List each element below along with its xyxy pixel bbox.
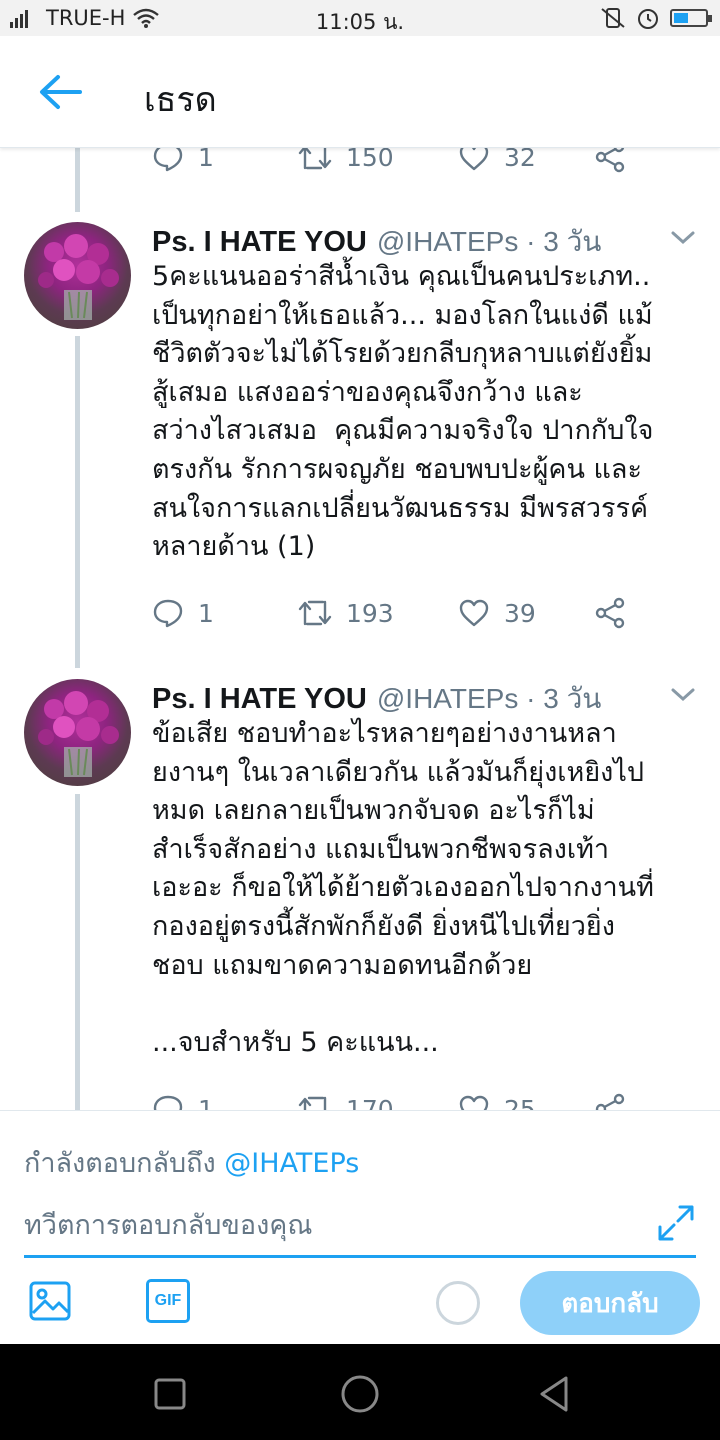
like-count: 32 [504,148,536,172]
caret-down-icon[interactable] [668,228,698,248]
alarm-icon [638,9,658,29]
retweet-count: 150 [346,148,394,172]
retweet-action[interactable]: 193 [298,595,458,631]
retweet-action[interactable]: 170 [298,1091,458,1110]
replying-to: กำลังตอบกลับถึง @IHATEPs [24,1141,359,1184]
reply-submit-button[interactable]: ตอบกลับ [520,1271,700,1335]
retweet-count: 193 [346,598,394,628]
retweet-icon [298,148,332,170]
retweet-icon [298,600,332,626]
like-icon [459,599,489,627]
retweet-icon [298,1096,327,1110]
share-action[interactable] [594,595,626,631]
replying-to-handle[interactable]: @IHATEPs [224,1148,359,1179]
tweet-text: 5คะแนนออร่าสีน้ำเงิน คุณเป็นคนประเภท.. เ… [152,261,654,563]
top-app-bar: เธรด [0,36,720,148]
like-action[interactable]: 39 [458,595,594,631]
reply-input[interactable] [24,1197,650,1253]
status-bar: TRUE-H 11:05 น. [0,0,720,36]
tweet-actions: 1 193 39 [152,595,626,631]
share-icon [595,148,625,173]
reply-count: 1 [198,598,214,628]
tweet-actions: 1 150 32 [152,148,626,175]
battery-icon [670,9,712,27]
reply-icon [153,1095,183,1110]
thread-connector [75,794,80,1110]
tweet-text: ข้อเสีย ชอบทำอะไรหลายๆอย่างงานหลา ยงานๆ … [152,718,654,1058]
avatar[interactable] [24,222,131,329]
tweet-header: Ps. I HATE YOU @IHATEPs · 3 วัน [152,220,601,258]
like-icon [459,1095,489,1110]
reply-icon [153,148,183,172]
nav-back-icon[interactable] [534,1374,574,1414]
share-icon [595,597,625,629]
tweet-actions: 1 170 25 [152,1091,626,1110]
avatar-flowers [38,234,119,320]
system-nav-bar [0,1344,720,1440]
status-right [600,6,712,30]
page-title: เธรด [144,80,217,120]
avatar-flowers [38,691,119,777]
reply-count: 1 [198,148,214,172]
battery-fill [674,13,688,23]
caret-down-icon[interactable] [668,685,698,705]
reply-input-underline [24,1255,696,1258]
nav-home-icon[interactable] [340,1374,380,1414]
nav-recent-icon[interactable] [150,1374,190,1414]
back-arrow-icon[interactable] [36,72,84,112]
share-action[interactable] [594,148,626,175]
tweet-header: Ps. I HATE YOU @IHATEPs · 3 วัน [152,677,601,715]
reply-action[interactable]: 1 [152,595,298,631]
avatar[interactable] [24,679,131,786]
reply-icon [153,599,183,628]
thread-timeline[interactable]: 1 150 32 Ps. I HATE YOU @IHATEPs · 3 วัน [0,148,720,1110]
expand-icon[interactable] [656,1203,696,1243]
share-action[interactable] [594,1091,626,1110]
reply-action[interactable]: 1 [152,148,298,175]
vibrate-off-icon [601,8,625,28]
reply-count: 1 [198,1094,214,1111]
author-name[interactable]: Ps. I HATE YOU [152,226,367,259]
thread-connector [75,148,80,212]
replying-to-label: กำลังตอบกลับถึง [24,1148,216,1179]
like-count: 39 [504,598,536,628]
character-count-ring [436,1281,480,1325]
reply-composer: กำลังตอบกลับถึง @IHATEPs GIF ตอบกลับ [0,1110,720,1344]
reply-action[interactable]: 1 [152,1091,298,1110]
like-action[interactable]: 32 [458,148,594,175]
share-icon [595,1093,625,1110]
retweet-count: 170 [346,1094,394,1111]
author-name[interactable]: Ps. I HATE YOU [152,683,367,716]
like-icon [459,148,489,171]
like-action[interactable]: 25 [458,1091,594,1110]
thread-connector [75,336,80,668]
like-count: 25 [504,1094,536,1111]
image-icon[interactable] [28,1279,72,1323]
gif-icon[interactable]: GIF [146,1279,190,1323]
gif-label: GIF [154,1292,182,1309]
retweet-action[interactable]: 150 [298,148,458,175]
